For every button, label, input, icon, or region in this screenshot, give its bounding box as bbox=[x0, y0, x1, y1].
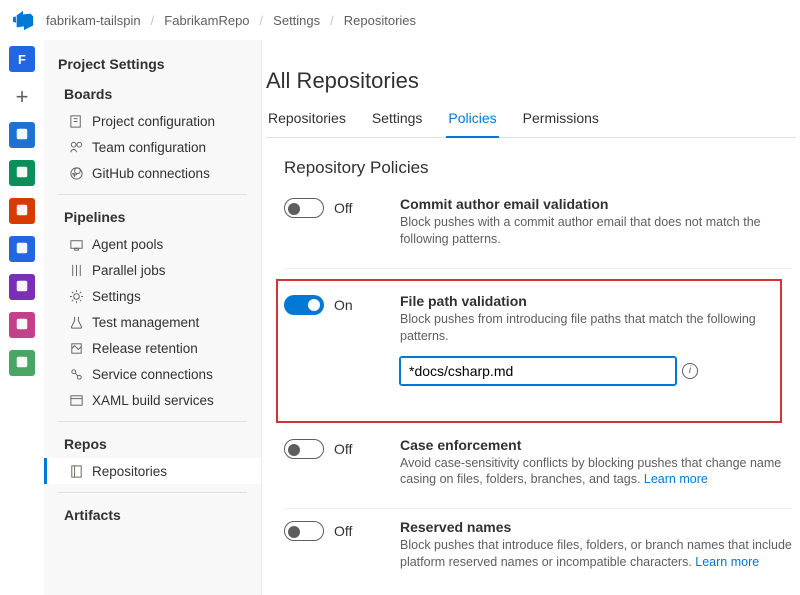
toggle-commit-author-email-validation[interactable] bbox=[284, 198, 324, 218]
rail-tile-3[interactable] bbox=[9, 160, 35, 186]
shield-icon bbox=[15, 355, 29, 372]
repo-icon bbox=[68, 463, 84, 479]
panel-heading: Repository Policies bbox=[284, 158, 792, 178]
rocket-icon bbox=[15, 241, 29, 258]
gear-icon bbox=[68, 288, 84, 304]
policy-row-case-enforcement: Off Case enforcement Avoid case-sensitivit… bbox=[284, 437, 792, 510]
rail-tile-0[interactable]: F bbox=[9, 46, 35, 72]
breadcrumb-sep-icon: / bbox=[151, 13, 155, 28]
breadcrumb-settings[interactable]: Settings bbox=[273, 13, 320, 28]
breadcrumb-sep-icon: / bbox=[330, 13, 334, 28]
github-icon bbox=[68, 165, 84, 181]
xaml-icon bbox=[68, 392, 84, 408]
sidebar-item-label: Team configuration bbox=[92, 140, 206, 155]
tab-repositories[interactable]: Repositories bbox=[266, 110, 348, 137]
sidebar-item-test-management[interactable]: Test management bbox=[44, 309, 261, 335]
project-settings-sidebar: Project Settings Boards Project configura… bbox=[44, 40, 262, 595]
sidebar-item-team-configuration[interactable]: Team configuration bbox=[44, 134, 261, 160]
sidebar-title: Project Settings bbox=[58, 56, 247, 72]
parallel-icon bbox=[68, 262, 84, 278]
learn-more-link[interactable]: Learn more bbox=[695, 555, 759, 569]
sidebar-item-project-configuration[interactable]: Project configuration bbox=[44, 108, 261, 134]
toggle-reserved-names[interactable] bbox=[284, 521, 324, 541]
tab-permissions[interactable]: Permissions bbox=[521, 110, 601, 137]
test-icon bbox=[68, 314, 84, 330]
rail-tile-8[interactable] bbox=[9, 350, 35, 376]
chart-icon bbox=[15, 127, 29, 144]
add-project-button[interactable]: + bbox=[16, 84, 29, 110]
sidebar-section-pipelines: Pipelines bbox=[64, 209, 247, 225]
main-content: All Repositories Repositories Settings Pol… bbox=[262, 40, 800, 595]
toggle-file-path-validation[interactable] bbox=[284, 295, 324, 315]
rail-tile-6[interactable] bbox=[9, 274, 35, 300]
sidebar-item-github-connections[interactable]: GitHub connections bbox=[44, 160, 261, 186]
breadcrumb-repositories[interactable]: Repositories bbox=[344, 13, 416, 28]
breadcrumb: fabrikam-tailspin / FabrikamRepo / Setti… bbox=[0, 0, 800, 40]
sidebar-item-label: Service connections bbox=[92, 367, 213, 382]
rail-tile-2[interactable] bbox=[9, 122, 35, 148]
toggle-state-label: On bbox=[334, 297, 353, 313]
sidebar-item-label: Agent pools bbox=[92, 237, 163, 252]
breadcrumb-org[interactable]: fabrikam-tailspin bbox=[46, 13, 141, 28]
service-icon bbox=[68, 366, 84, 382]
breadcrumb-sep-icon: / bbox=[260, 13, 264, 28]
sidebar-item-label: Release retention bbox=[92, 341, 198, 356]
azure-devops-logo-icon bbox=[12, 8, 36, 32]
sidebar-item-repositories[interactable]: Repositories bbox=[44, 458, 261, 484]
tab-policies[interactable]: Policies bbox=[446, 110, 498, 138]
release-icon bbox=[68, 340, 84, 356]
rail-tile-7[interactable] bbox=[9, 312, 35, 338]
sidebar-item-xaml-build-services[interactable]: XAML build services bbox=[44, 387, 261, 413]
policy-desc: Avoid case-sensitivity conflicts by bloc… bbox=[400, 455, 792, 489]
sidebar-section-artifacts: Artifacts bbox=[64, 507, 247, 523]
sidebar-item-label: GitHub connections bbox=[92, 166, 210, 181]
tab-settings[interactable]: Settings bbox=[370, 110, 425, 137]
sidebar-item-label: Repositories bbox=[92, 464, 167, 479]
policy-row-reserved-names: Off Reserved names Block pushes that intro… bbox=[284, 519, 792, 591]
toggle-case-enforcement[interactable] bbox=[284, 439, 324, 459]
sidebar-item-label: XAML build services bbox=[92, 393, 214, 408]
policy-title: Reserved names bbox=[400, 519, 792, 535]
repo-icon bbox=[15, 203, 29, 220]
flask-icon bbox=[15, 279, 29, 296]
sidebar-item-agent-pools[interactable]: Agent pools bbox=[44, 231, 261, 257]
policy-desc: Block pushes with a commit author email … bbox=[400, 214, 792, 248]
page-title: All Repositories bbox=[266, 68, 796, 94]
project-icon bbox=[68, 113, 84, 129]
breadcrumb-project[interactable]: FabrikamRepo bbox=[164, 13, 249, 28]
sidebar-section-boards: Boards bbox=[64, 86, 247, 102]
learn-more-link[interactable]: Learn more bbox=[644, 472, 708, 486]
nav-rail: F+ bbox=[0, 40, 44, 595]
sidebar-item-settings[interactable]: Settings bbox=[44, 283, 261, 309]
sidebar-item-label: Project configuration bbox=[92, 114, 215, 129]
toggle-state-label: Off bbox=[334, 200, 352, 216]
toggle-state-label: Off bbox=[334, 523, 352, 539]
team-icon bbox=[68, 139, 84, 155]
rail-tile-5[interactable] bbox=[9, 236, 35, 262]
sidebar-item-release-retention[interactable]: Release retention bbox=[44, 335, 261, 361]
agent-icon bbox=[68, 236, 84, 252]
sidebar-section-repos: Repos bbox=[64, 436, 247, 452]
policy-desc: Block pushes from introducing file paths… bbox=[400, 311, 774, 345]
sidebar-item-label: Settings bbox=[92, 289, 141, 304]
tab-strip: Repositories Settings Policies Permissions bbox=[266, 110, 796, 138]
info-icon[interactable]: i bbox=[682, 363, 698, 379]
rail-tile-4[interactable] bbox=[9, 198, 35, 224]
sidebar-item-service-connections[interactable]: Service connections bbox=[44, 361, 261, 387]
policy-title: Case enforcement bbox=[400, 437, 792, 453]
policy-desc: Block pushes that introduce files, folde… bbox=[400, 537, 792, 571]
policy-row-file-path-validation: On File path validation Block pushes from … bbox=[284, 293, 774, 405]
package-icon bbox=[15, 317, 29, 334]
file-path-pattern-input[interactable] bbox=[400, 357, 676, 385]
toggle-state-label: Off bbox=[334, 441, 352, 457]
sidebar-item-parallel-jobs[interactable]: Parallel jobs bbox=[44, 257, 261, 283]
sidebar-item-label: Test management bbox=[92, 315, 199, 330]
board-icon bbox=[15, 165, 29, 182]
policy-row-commit-author-email-validation: Off Commit author email validation Block p… bbox=[284, 196, 792, 269]
policy-title: File path validation bbox=[400, 293, 774, 309]
policy-title: Commit author email validation bbox=[400, 196, 792, 212]
sidebar-item-label: Parallel jobs bbox=[92, 263, 166, 278]
